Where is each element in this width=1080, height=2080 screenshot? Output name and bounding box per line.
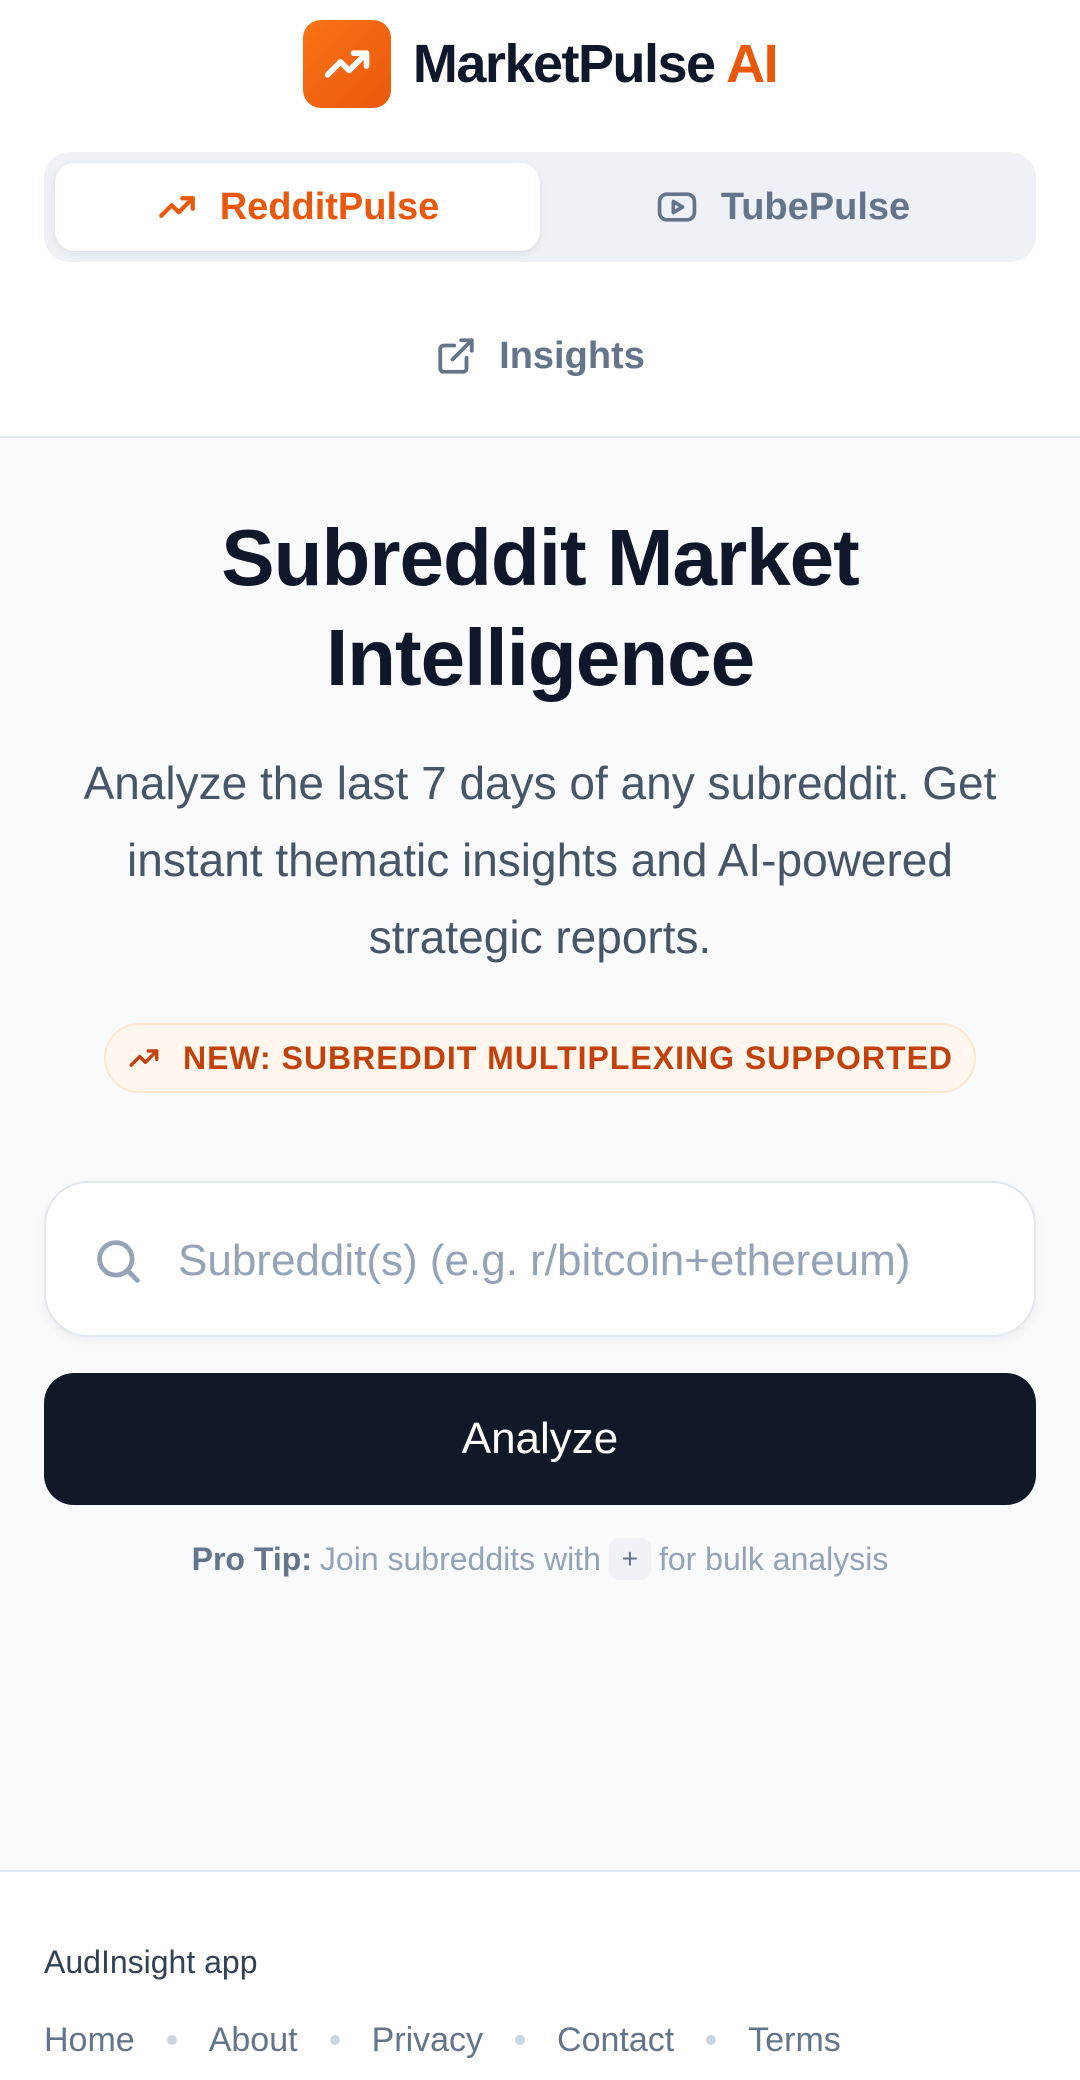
footer-link-home[interactable]: Home (44, 2021, 135, 2060)
insights-label: Insights (499, 334, 645, 377)
footer-link-about[interactable]: About (209, 2021, 298, 2060)
footer: AudInsight app Home About Privacy Contac… (0, 1870, 1080, 2080)
pro-tip-label: Pro Tip: (191, 1540, 312, 1577)
footer-link-privacy[interactable]: Privacy (372, 2021, 483, 2060)
plus-key: + (608, 1538, 651, 1580)
page-subtitle: Analyze the last 7 days of any subreddit… (83, 757, 997, 963)
trending-up-icon (324, 50, 370, 78)
footer-links: Home About Privacy Contact Terms (44, 2017, 841, 2063)
insights-link[interactable]: Insights (0, 326, 1080, 386)
brand-name-main: MarketPulse (412, 34, 716, 94)
trending-up-icon (158, 196, 195, 218)
separator-dot (515, 2035, 526, 2045)
feature-badge-label: NEW: SUBREDDIT MULTIPLEXING SUPPORTED (182, 1039, 954, 1076)
tab-tubepulse-label: TubePulse (720, 185, 911, 228)
analyze-button[interactable]: Analyze (44, 1373, 1036, 1505)
footer-link-terms[interactable]: Terms (748, 2021, 841, 2060)
pro-tip: Pro Tip: Join subreddits with + for bulk… (0, 1535, 1080, 1583)
footer-brand: AudInsight app (44, 1944, 258, 1980)
feature-badge: NEW: SUBREDDIT MULTIPLEXING SUPPORTED (104, 1023, 976, 1093)
tab-redditpulse[interactable]: RedditPulse (55, 163, 540, 251)
brand-logo (302, 20, 391, 108)
search-box (44, 1181, 1036, 1337)
brand[interactable]: MarketPulse AI (0, 20, 1080, 108)
separator-dot (706, 2035, 717, 2045)
brand-name-accent: AI (726, 34, 779, 94)
page-title: Subreddit Market Intelligence (221, 513, 859, 702)
separator-dot (329, 2035, 340, 2045)
tab-tubepulse[interactable]: TubePulse (540, 163, 1025, 251)
product-switcher: RedditPulse TubePulse (44, 152, 1036, 262)
brand-name: MarketPulse AI (412, 33, 779, 95)
search-icon (97, 1240, 140, 1283)
footer-link-contact[interactable]: Contact (557, 2021, 674, 2060)
app-header: MarketPulse AI RedditPulse TubePulse Ins… (0, 0, 1080, 438)
youtube-play-icon (657, 192, 697, 222)
trending-up-icon (129, 1049, 159, 1067)
separator-dot (166, 2035, 177, 2045)
pro-tip-text-after: for bulk analysis (658, 1540, 889, 1577)
pro-tip-text-before: Join subreddits with (319, 1540, 601, 1577)
tab-redditpulse-label: RedditPulse (219, 185, 440, 228)
external-link-icon (438, 338, 474, 374)
subreddit-search-input[interactable] (178, 1213, 1008, 1309)
